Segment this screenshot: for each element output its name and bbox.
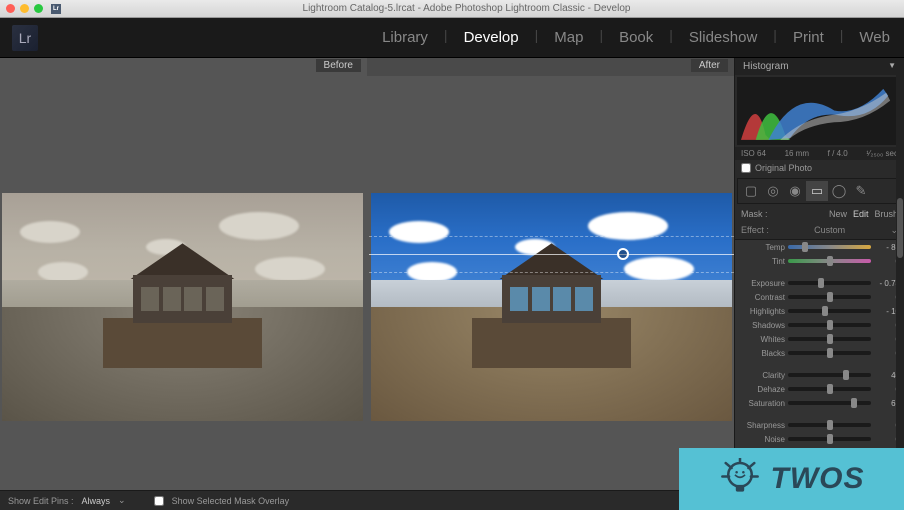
redeye-tool-icon[interactable]: ◉	[784, 181, 806, 201]
effect-label: Effect :	[741, 225, 769, 236]
slider-thumb[interactable]	[827, 384, 833, 394]
slider-thumb[interactable]	[851, 398, 857, 408]
dropdown-icon[interactable]: ⌄	[118, 495, 126, 506]
original-photo-toggle[interactable]: Original Photo	[735, 160, 904, 176]
develop-right-panel: Histogram ▼ ISO 64 16 mm f / 4.0 ¹⁄₂₅₀₀ …	[734, 58, 904, 490]
slider-saturation[interactable]: Saturation 61	[735, 396, 904, 410]
edit-pins-mode[interactable]: Always	[82, 496, 111, 506]
mask-brush-button[interactable]: Brush	[874, 209, 898, 219]
mask-new-button[interactable]: New	[829, 209, 847, 219]
local-adjustment-tools: ▢ ◎ ◉ ▭ ◯ ✎	[737, 178, 902, 204]
slider-thumb[interactable]	[843, 370, 849, 380]
brush-tool-icon[interactable]: ✎	[850, 181, 872, 201]
nav-develop[interactable]: Develop	[462, 27, 521, 48]
before-photo	[2, 193, 363, 420]
slider-thumb[interactable]	[827, 256, 833, 266]
lightbulb-icon	[719, 458, 761, 500]
after-label-wrap: After	[367, 58, 734, 76]
hist-aperture: f / 4.0	[828, 149, 848, 158]
slider-sharpness[interactable]: Sharpness 0	[735, 418, 904, 432]
effect-header: Effect : Custom ⌄	[735, 222, 904, 239]
nav-separator: |	[599, 27, 603, 48]
nav-map[interactable]: Map	[552, 27, 585, 48]
nav-book[interactable]: Book	[617, 27, 655, 48]
mask-label: Mask :	[741, 209, 768, 219]
slider-contrast[interactable]: Contrast 0	[735, 290, 904, 304]
slider-tint[interactable]: Tint 0	[735, 254, 904, 268]
slider-exposure[interactable]: Exposure - 0.78	[735, 276, 904, 290]
panel-scrollbar[interactable]	[896, 58, 904, 490]
mask-overlay-checkbox[interactable]	[154, 496, 164, 506]
nav-separator: |	[669, 27, 673, 48]
scrollbar-thumb[interactable]	[897, 198, 903, 258]
slider-thumb[interactable]	[802, 242, 808, 252]
after-pane[interactable]	[369, 76, 734, 490]
histogram-title: Histogram	[743, 61, 789, 72]
spot-tool-icon[interactable]: ◎	[762, 181, 784, 201]
slider-thumb[interactable]	[827, 434, 833, 444]
lightroom-logo-icon: Lr	[12, 25, 38, 51]
hist-shutter: ¹⁄₂₅₀₀ sec	[866, 149, 898, 158]
twos-text: TWOS	[771, 462, 865, 496]
nav-print[interactable]: Print	[791, 27, 826, 48]
before-label-wrap: Before	[0, 58, 367, 76]
slider-blacks[interactable]: Blacks 0	[735, 346, 904, 360]
app-header: Lr Adobe Photoshop Lightroom Classic CC …	[0, 18, 904, 58]
original-photo-label: Original Photo	[755, 163, 812, 173]
nav-library[interactable]: Library	[380, 27, 430, 48]
slider-temp[interactable]: Temp - 86	[735, 240, 904, 254]
before-pane[interactable]	[0, 76, 365, 490]
slider-thumb[interactable]	[827, 292, 833, 302]
slider-whites[interactable]: Whites 0	[735, 332, 904, 346]
graduated-filter-tool-icon[interactable]: ▭	[806, 181, 828, 201]
show-edit-pins-label: Show Edit Pins :	[8, 496, 74, 506]
nav-separator: |	[840, 27, 844, 48]
twos-watermark-badge: TWOS	[679, 448, 904, 510]
hist-focal: 16 mm	[785, 149, 809, 158]
nav-web[interactable]: Web	[857, 27, 892, 48]
slider-thumb[interactable]	[827, 320, 833, 330]
slider-noise[interactable]: Noise 0	[735, 432, 904, 446]
after-photo	[371, 193, 732, 420]
module-nav: Library | Develop | Map | Book | Slidesh…	[380, 27, 892, 48]
slider-thumb[interactable]	[822, 306, 828, 316]
before-after-labels: Before After	[0, 58, 734, 76]
nav-separator: |	[535, 27, 539, 48]
histogram-header[interactable]: Histogram ▼	[735, 58, 904, 75]
slider-thumb[interactable]	[827, 420, 833, 430]
radial-filter-tool-icon[interactable]: ◯	[828, 181, 850, 201]
collapse-icon: ▼	[888, 61, 896, 72]
histogram-display[interactable]	[737, 77, 902, 145]
preview-area: Before After	[0, 58, 734, 490]
slider-dehaze[interactable]: Dehaze 0	[735, 382, 904, 396]
crop-tool-icon[interactable]: ▢	[740, 181, 762, 201]
histogram-info: ISO 64 16 mm f / 4.0 ¹⁄₂₅₀₀ sec	[735, 147, 904, 160]
slider-clarity[interactable]: Clarity 40	[735, 368, 904, 382]
slider-thumb[interactable]	[827, 334, 833, 344]
main-area: Before After	[0, 58, 904, 490]
slider-thumb[interactable]	[827, 348, 833, 358]
mask-edit-button[interactable]: Edit	[853, 209, 869, 219]
nav-separator: |	[444, 27, 448, 48]
original-photo-checkbox[interactable]	[741, 163, 751, 173]
sliders-section: Temp - 86 Tint 0 Exposure - 0.78 Contras…	[735, 239, 904, 474]
slider-thumb[interactable]	[818, 278, 824, 288]
nav-separator: |	[773, 27, 777, 48]
slider-shadows[interactable]: Shadows 0	[735, 318, 904, 332]
slider-highlights[interactable]: Highlights - 10	[735, 304, 904, 318]
mask-mode-row: Mask : New Edit Brush	[735, 206, 904, 222]
effect-value[interactable]: Custom	[814, 225, 845, 236]
before-label: Before	[316, 59, 361, 72]
nav-slideshow[interactable]: Slideshow	[687, 27, 759, 48]
mask-overlay-label: Show Selected Mask Overlay	[172, 496, 290, 506]
hist-iso: ISO 64	[741, 149, 766, 158]
after-label: After	[691, 59, 728, 72]
